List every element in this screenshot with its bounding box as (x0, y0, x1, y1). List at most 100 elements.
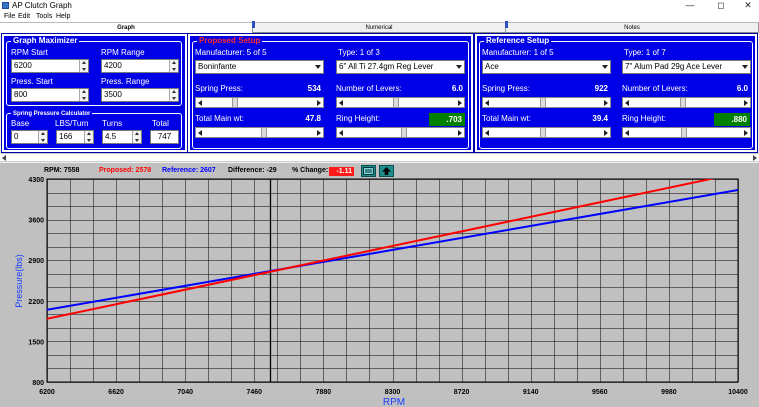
x-tick-label: 7880 (316, 389, 332, 396)
reference-main-wt-value: 39.4 (592, 114, 608, 123)
y-axis-label: Pressure(lbs) (14, 254, 24, 308)
turns-label: Turns (102, 119, 123, 128)
total-value: 747 (150, 130, 179, 144)
proposed-panel: Proposed Setup Manufacturer: 5 of 5 Boni… (187, 33, 474, 153)
graph-maximizer-title: Graph Maximizer (11, 36, 80, 46)
y-tick-label: 2900 (28, 258, 44, 265)
slider-thumb (232, 98, 238, 107)
proposed-main-wt-value: 47.8 (305, 114, 321, 123)
left-panel: Graph Maximizer RPM Start 6200 RPM Range… (1, 33, 188, 153)
reference-setup-group: Reference Setup Manufacturer: 1 of 5 Ace… (479, 36, 753, 149)
arrow-right-icon (317, 100, 321, 106)
tab-numerical[interactable]: Numerical (253, 22, 506, 33)
proposed-manufacturer-select[interactable]: Boninfante (195, 60, 324, 74)
arrow-left-icon (339, 130, 343, 136)
arrow-right-icon (744, 130, 748, 136)
slider-thumb (681, 128, 687, 137)
reference-type-select[interactable]: 7" Alum Pad 29g Ace Lever (622, 60, 751, 74)
title-bar: AP Clutch Graph — ◻ ✕ (0, 0, 759, 11)
turns-spinner[interactable] (132, 131, 141, 143)
total-label: Total (152, 119, 169, 128)
rpm-start-spinner[interactable] (79, 60, 88, 72)
lbs-turn-field[interactable]: 166 (56, 130, 94, 144)
x-tick-label: 6620 (108, 389, 124, 396)
arrow-left-icon (625, 130, 629, 136)
chevron-down-icon (600, 61, 610, 73)
minimize-button[interactable]: — (680, 0, 700, 11)
base-spinner[interactable] (38, 131, 47, 143)
menu-help[interactable]: Help (56, 11, 70, 22)
proposed-manufacturer-label: Manufacturer: 5 of 5 (195, 48, 267, 57)
reference-levers-value: 6.0 (736, 84, 748, 93)
lbs-turn-spinner[interactable] (84, 131, 93, 143)
arrow-left-icon[interactable] (2, 155, 6, 161)
base-field[interactable]: 0 (11, 130, 48, 144)
tab-notes[interactable]: Notes (506, 22, 759, 33)
menu-tools[interactable]: Tools (36, 11, 52, 22)
proposed-main-wt-slider[interactable] (195, 127, 324, 138)
horizontal-scrollbar[interactable] (0, 153, 759, 162)
spring-calculator-group: Spring Pressure Calculator Base 0 LBS/Tu… (6, 109, 182, 149)
arrow-left-icon (198, 130, 202, 136)
maximize-button[interactable]: ◻ (711, 0, 731, 11)
graph-maximizer-group: Graph Maximizer RPM Start 6200 RPM Range… (6, 36, 182, 106)
y-tick-label: 4300 (28, 177, 44, 184)
reference-levers-slider[interactable] (622, 97, 751, 108)
arrow-right-icon (604, 130, 608, 136)
rpm-range-spinner[interactable] (169, 60, 178, 72)
x-tick-label: 8720 (454, 389, 470, 396)
arrow-right-icon (317, 130, 321, 136)
turns-field[interactable]: 4.5 (102, 130, 142, 144)
tab-marker-icon (252, 21, 255, 28)
y-tick-label: 800 (32, 380, 44, 387)
x-tick-label: 7460 (247, 389, 263, 396)
menu-file[interactable]: File (4, 11, 15, 22)
proposed-setup-title: Proposed Setup (197, 36, 263, 46)
proposed-ring-label: Ring Height: (336, 114, 381, 123)
proposed-main-wt-label: Total Main wt: (195, 114, 244, 123)
reference-manufacturer-select[interactable]: Ace (482, 60, 611, 74)
tab-graph[interactable]: Graph (0, 22, 253, 34)
arrow-right-icon (744, 100, 748, 106)
reference-spring-press-slider[interactable] (482, 97, 611, 108)
reference-main-wt-slider[interactable] (482, 127, 611, 138)
arrow-left-icon (198, 100, 202, 106)
proposed-spring-press-value: 534 (307, 84, 321, 93)
spring-calculator-title: Spring Pressure Calculator (11, 109, 93, 119)
proposed-spring-press-label: Spring Press: (195, 84, 244, 93)
press-range-field[interactable]: 3500 (101, 88, 179, 102)
arrow-right-icon (458, 100, 462, 106)
proposed-ring-slider[interactable] (336, 127, 465, 138)
press-start-field[interactable]: 800 (11, 88, 89, 102)
menu-bar: File Edit Tools Help (0, 11, 759, 22)
arrow-left-icon (485, 100, 489, 106)
rpm-range-label: RPM Range (101, 48, 145, 57)
press-start-spinner[interactable] (79, 89, 88, 101)
proposed-levers-slider[interactable] (336, 97, 465, 108)
rpm-range-field[interactable]: 4200 (101, 59, 179, 73)
reference-spring-press-label: Spring Press: (482, 84, 531, 93)
menu-edit[interactable]: Edit (18, 11, 30, 22)
proposed-ring-value: .703 (429, 113, 465, 126)
proposed-spring-press-slider[interactable] (195, 97, 324, 108)
arrow-right-icon[interactable] (753, 155, 757, 161)
reference-type-label: Type: 1 of 7 (624, 48, 666, 57)
x-tick-label: 9560 (592, 389, 608, 396)
reference-manufacturer-label: Manufacturer: 1 of 5 (482, 48, 554, 57)
y-tick-label: 3600 (28, 218, 44, 225)
slider-thumb (540, 98, 546, 107)
press-range-spinner[interactable] (169, 89, 178, 101)
app-icon (2, 2, 9, 9)
arrow-left-icon (625, 100, 629, 106)
rpm-start-field[interactable]: 6200 (11, 59, 89, 73)
reference-ring-slider[interactable] (622, 127, 751, 138)
chevron-down-icon (313, 61, 323, 73)
pressure-chart: 6200 6620 7040 7460 7880 8300 8720 9140 9560 9980… (14, 177, 748, 407)
proposed-levers-value: 6.0 (451, 84, 463, 93)
arrow-left-icon (485, 130, 489, 136)
y-tick-label: 2200 (28, 299, 44, 306)
slider-thumb (680, 98, 686, 107)
proposed-type-select[interactable]: 6" All Ti 27.4gm Reg Lever (336, 60, 465, 74)
x-tick-label: 10400 (728, 389, 748, 396)
close-button[interactable]: ✕ (738, 0, 758, 11)
